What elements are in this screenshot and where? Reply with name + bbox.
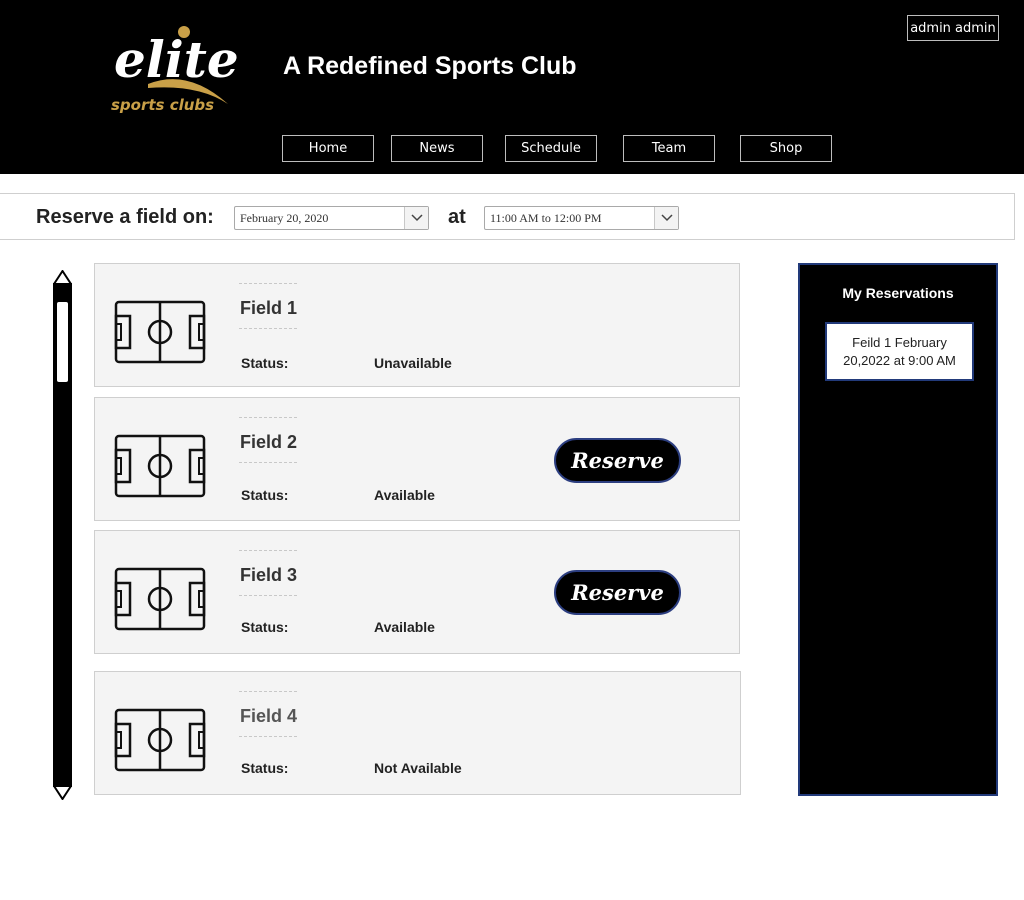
field-name: Field 3 — [240, 565, 298, 585]
user-account-button[interactable]: admin admin — [907, 15, 999, 41]
status-value: Not Available — [374, 760, 462, 776]
status-label: Status: — [241, 619, 289, 635]
divider — [239, 691, 297, 692]
site-title: A Redefined Sports Club — [283, 52, 577, 80]
date-select[interactable]: February 20, 2020 — [234, 206, 429, 230]
reserve-button-field-3[interactable]: Reserve — [554, 570, 681, 615]
nav-home[interactable]: Home — [282, 135, 374, 162]
field-card-1: Field 1 Status: Unavailable — [94, 263, 740, 387]
divider — [239, 328, 297, 329]
status-label: Status: — [241, 355, 289, 371]
divider — [239, 462, 297, 463]
soccer-field-icon — [114, 300, 206, 364]
nav-schedule[interactable]: Schedule — [505, 135, 597, 162]
nav-news[interactable]: News — [391, 135, 483, 162]
status-value: Available — [374, 487, 435, 503]
divider — [239, 417, 297, 418]
reserve-bar: Reserve a field on: February 20, 2020 at… — [0, 193, 1015, 240]
nav-shop[interactable]: Shop — [740, 135, 832, 162]
field-card-4: Field 4 Status: Not Available — [94, 671, 741, 795]
status-value: Unavailable — [374, 355, 452, 371]
reserve-button-field-2[interactable]: Reserve — [554, 438, 681, 483]
scroll-thumb — [57, 302, 68, 382]
field-name: Field 4 — [240, 706, 298, 726]
time-select-value: 11:00 AM to 12:00 PM — [490, 210, 602, 225]
field-card-2: Field 2 Status: Available Reserve — [94, 397, 740, 521]
at-label: at — [448, 206, 466, 228]
site-header: elite sports clubs A Redefined Sports Cl… — [0, 0, 1024, 174]
elite-logo[interactable]: elite sports clubs — [108, 22, 253, 117]
status-label: Status: — [241, 760, 289, 776]
soccer-field-icon — [114, 434, 206, 498]
chevron-down-icon[interactable] — [654, 207, 678, 229]
scroll-down-arrow-icon — [53, 785, 72, 800]
logo-subtitle: sports clubs — [111, 96, 214, 114]
reservation-item[interactable]: Feild 1 February 20,2022 at 9:00 AM — [825, 322, 974, 381]
divider — [239, 283, 297, 284]
divider — [239, 550, 297, 551]
scroll-up-arrow-icon — [53, 270, 72, 285]
my-reservations-panel: My Reservations Feild 1 February 20,2022… — [798, 263, 998, 796]
field-card-3: Field 3 Status: Available Reserve — [94, 530, 740, 654]
field-name: Field 1 — [240, 298, 298, 318]
divider — [239, 595, 297, 596]
reserve-label: Reserve a field on: — [36, 206, 214, 228]
date-select-value: February 20, 2020 — [240, 210, 329, 225]
soccer-field-icon — [114, 708, 206, 772]
divider — [239, 736, 297, 737]
chevron-down-icon[interactable] — [404, 207, 428, 229]
field-name: Field 2 — [240, 432, 298, 452]
status-value: Available — [374, 619, 435, 635]
soccer-field-icon — [114, 567, 206, 631]
reservations-title: My Reservations — [842, 285, 954, 301]
nav-team[interactable]: Team — [623, 135, 715, 162]
time-select[interactable]: 11:00 AM to 12:00 PM — [484, 206, 679, 230]
vertical-scrollbar[interactable] — [53, 270, 72, 800]
status-label: Status: — [241, 487, 289, 503]
